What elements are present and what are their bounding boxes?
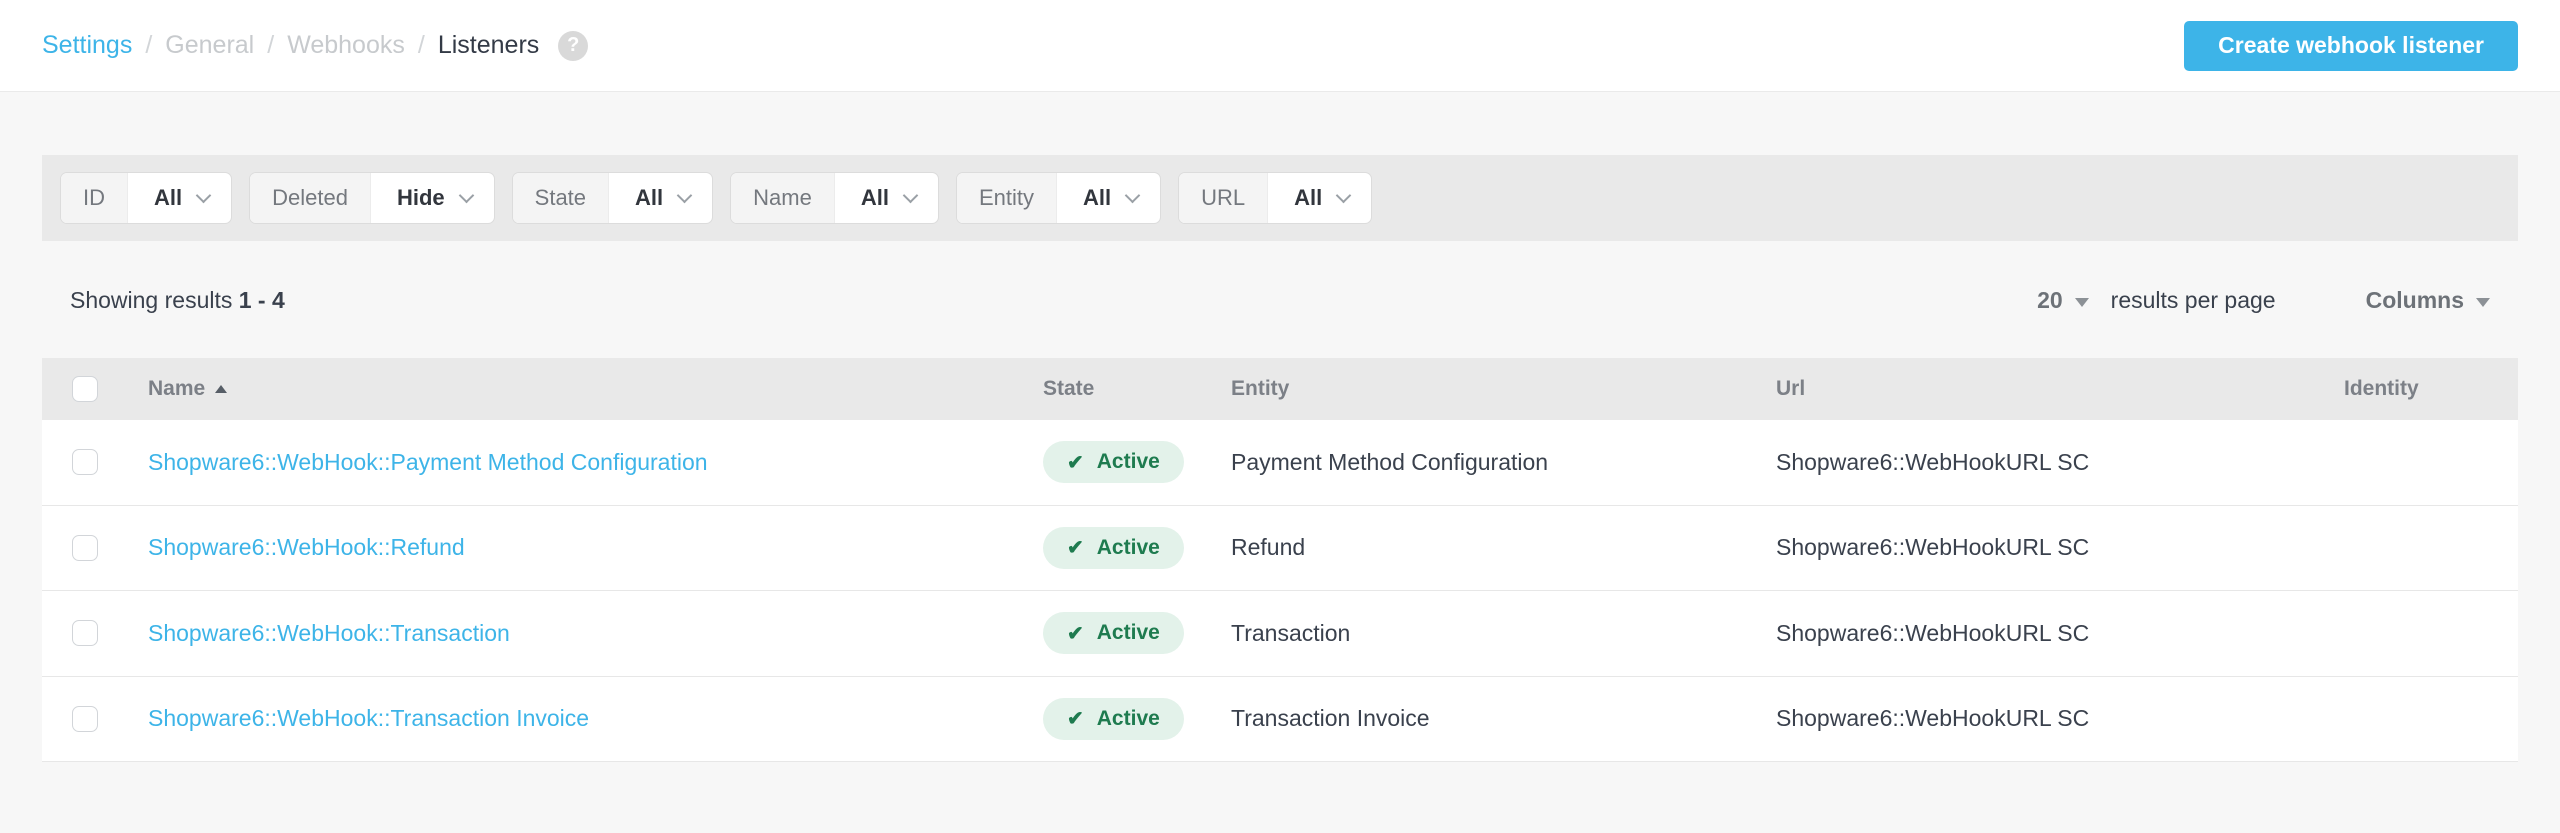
status-badge: ✔ Active xyxy=(1043,698,1184,740)
listener-name-link[interactable]: Shopware6::WebHook::Transaction Invoice xyxy=(148,705,589,731)
url-cell: Shopware6::WebHookURL SC xyxy=(1748,620,2316,647)
column-header-state[interactable]: State xyxy=(1015,377,1203,401)
column-header-identity[interactable]: Identity xyxy=(2316,377,2518,401)
entity-cell: Transaction xyxy=(1203,620,1748,647)
sort-asc-icon xyxy=(215,385,227,393)
listener-name-link[interactable]: Shopware6::WebHook::Transaction xyxy=(148,620,510,646)
chevron-down-icon xyxy=(458,187,474,203)
filter-chip-state[interactable]: State All xyxy=(512,172,714,224)
row-checkbox[interactable] xyxy=(72,449,98,475)
status-badge: ✔ Active xyxy=(1043,441,1184,483)
table-row: Shopware6::WebHook::Refund ✔ Active Refu… xyxy=(42,506,2518,592)
results-range: 1 - 4 xyxy=(239,287,285,313)
table-row: Shopware6::WebHook::Transaction Invoice … xyxy=(42,677,2518,763)
chevron-down-icon xyxy=(903,187,919,203)
filter-label: URL xyxy=(1179,173,1268,223)
column-header-entity[interactable]: Entity xyxy=(1203,377,1748,401)
chevron-down-icon xyxy=(677,187,693,203)
filter-label: Name xyxy=(731,173,835,223)
entity-cell: Transaction Invoice xyxy=(1203,705,1748,732)
breadcrumb-webhooks: Webhooks xyxy=(287,31,405,60)
breadcrumb-general: General xyxy=(165,31,254,60)
table-row: Shopware6::WebHook::Transaction ✔ Active… xyxy=(42,591,2518,677)
filter-label: ID xyxy=(61,173,128,223)
url-cell: Shopware6::WebHookURL SC xyxy=(1748,534,2316,561)
filter-chip-entity[interactable]: Entity All xyxy=(956,172,1161,224)
check-icon: ✔ xyxy=(1067,535,1084,560)
per-page-dropdown[interactable]: 20 xyxy=(2037,287,2089,314)
column-header-url[interactable]: Url xyxy=(1748,377,2316,401)
breadcrumb: Settings / General / Webhooks / Listener… xyxy=(42,31,588,61)
triangle-down-icon xyxy=(2476,298,2490,307)
filter-value: All xyxy=(1294,185,1322,211)
check-icon: ✔ xyxy=(1067,706,1084,731)
filter-value: All xyxy=(635,185,663,211)
per-page-label: results per page xyxy=(2111,287,2276,314)
filter-chip-url[interactable]: URL All xyxy=(1178,172,1372,224)
select-all-checkbox[interactable] xyxy=(72,376,98,402)
chevron-down-icon xyxy=(1336,187,1352,203)
filter-label: Deleted xyxy=(250,173,371,223)
columns-dropdown[interactable]: Columns xyxy=(2366,287,2490,314)
check-icon: ✔ xyxy=(1067,450,1084,475)
listeners-table: Name State Entity Url Identity Shopware6… xyxy=(42,358,2518,762)
filter-chip-id[interactable]: ID All xyxy=(60,172,232,224)
filter-chip-deleted[interactable]: Deleted Hide xyxy=(249,172,495,224)
status-badge: ✔ Active xyxy=(1043,612,1184,654)
showing-results-text: Showing results 1 - 4 xyxy=(70,287,285,314)
page-title: Listeners xyxy=(438,31,539,60)
listener-name-link[interactable]: Shopware6::WebHook::Refund xyxy=(148,534,465,560)
top-bar: Settings / General / Webhooks / Listener… xyxy=(0,0,2560,92)
row-checkbox[interactable] xyxy=(72,535,98,561)
entity-cell: Payment Method Configuration xyxy=(1203,449,1748,476)
filter-label: Entity xyxy=(957,173,1057,223)
row-checkbox[interactable] xyxy=(72,620,98,646)
filter-value: All xyxy=(861,185,889,211)
url-cell: Shopware6::WebHookURL SC xyxy=(1748,449,2316,476)
filter-value: Hide xyxy=(397,185,445,211)
triangle-down-icon xyxy=(2075,298,2089,307)
breadcrumb-separator: / xyxy=(267,31,274,60)
url-cell: Shopware6::WebHookURL SC xyxy=(1748,705,2316,732)
breadcrumb-settings[interactable]: Settings xyxy=(42,31,132,60)
content-area: ID All Deleted Hide State All Name All xyxy=(0,155,2560,762)
entity-cell: Refund xyxy=(1203,534,1748,561)
filter-value: All xyxy=(1083,185,1111,211)
status-badge: ✔ Active xyxy=(1043,527,1184,569)
row-checkbox[interactable] xyxy=(72,706,98,732)
filter-label: State xyxy=(513,173,609,223)
column-header-name[interactable]: Name xyxy=(148,377,227,401)
breadcrumb-separator: / xyxy=(145,31,152,60)
check-icon: ✔ xyxy=(1067,621,1084,646)
chevron-down-icon xyxy=(196,187,212,203)
create-webhook-listener-button[interactable]: Create webhook listener xyxy=(2184,21,2518,71)
breadcrumb-separator: / xyxy=(418,31,425,60)
chevron-down-icon xyxy=(1125,187,1141,203)
table-header-row: Name State Entity Url Identity xyxy=(42,358,2518,420)
filter-value: All xyxy=(154,185,182,211)
table-row: Shopware6::WebHook::Payment Method Confi… xyxy=(42,420,2518,506)
results-bar: Showing results 1 - 4 20 results per pag… xyxy=(42,287,2518,314)
listener-name-link[interactable]: Shopware6::WebHook::Payment Method Confi… xyxy=(148,449,708,475)
help-icon[interactable]: ? xyxy=(558,31,588,61)
filter-bar: ID All Deleted Hide State All Name All xyxy=(42,155,2518,241)
filter-chip-name[interactable]: Name All xyxy=(730,172,939,224)
